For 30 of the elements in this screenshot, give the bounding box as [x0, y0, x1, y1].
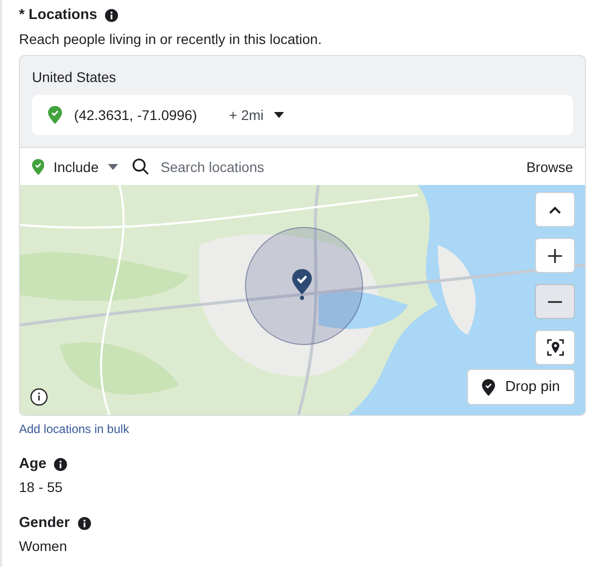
locate-button[interactable]: [535, 330, 575, 365]
drop-pin-button[interactable]: Drop pin: [467, 369, 575, 405]
info-icon[interactable]: [54, 458, 68, 470]
caret-icon: [108, 164, 118, 170]
include-dropdown[interactable]: Include: [32, 158, 118, 174]
section-title: Age: [19, 456, 46, 472]
country-label: United States: [32, 69, 118, 85]
plus-icon: [548, 248, 562, 262]
info-icon[interactable]: [78, 516, 91, 530]
section-title: * Locations: [19, 7, 98, 23]
gender-value: Women: [19, 538, 68, 554]
add-bulk-link[interactable]: Add locations in bulk: [19, 422, 130, 436]
check-pin-icon: [32, 158, 44, 174]
chevron-up-icon: [549, 206, 561, 214]
check-pin-icon: [482, 378, 496, 396]
radius-dropdown[interactable]: + 2mi: [229, 107, 284, 123]
browse-button[interactable]: Browse: [526, 158, 573, 174]
zoom-in-button[interactable]: [535, 238, 575, 273]
map-pin-icon[interactable]: [292, 269, 312, 300]
age-value: 18 - 55: [19, 479, 64, 495]
locate-pin-icon: [546, 339, 564, 356]
search-icon: [132, 158, 149, 175]
description-text: Reach people living in or recently in this location.: [19, 31, 323, 47]
info-icon[interactable]: [30, 388, 48, 406]
section-title: Gender: [19, 515, 70, 531]
coordinates-text: (42.3631, -71.0996): [74, 107, 198, 123]
minus-icon: [548, 300, 562, 302]
check-pin-icon: [48, 106, 62, 124]
info-icon[interactable]: [105, 8, 118, 22]
caret-icon: [274, 112, 284, 118]
